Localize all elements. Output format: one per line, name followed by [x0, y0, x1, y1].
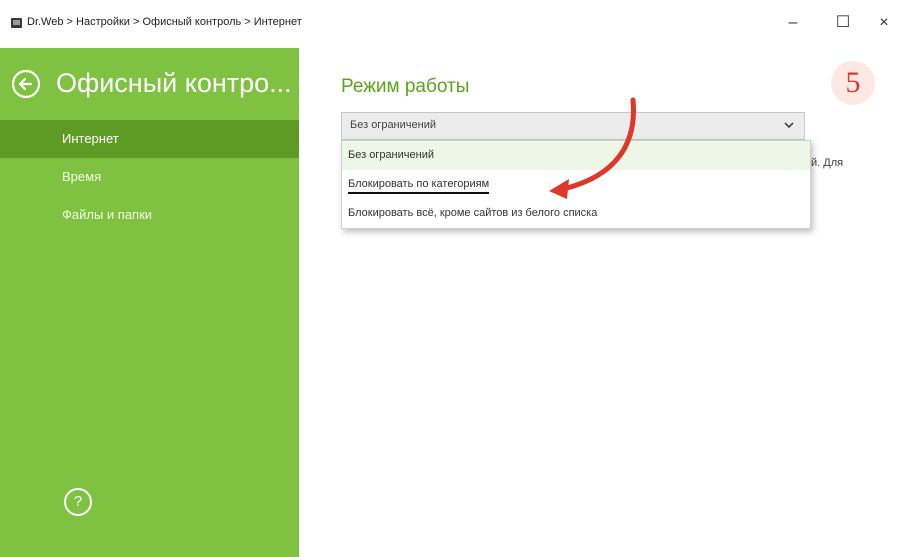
option-block-except-whitelist[interactable]: Блокировать всё, кроме сайтов из белого … — [342, 199, 810, 228]
back-arrow-icon[interactable] — [11, 69, 41, 99]
option-label: Блокировать по категориям — [348, 178, 490, 194]
step-badge: 5 — [831, 61, 875, 105]
window-title: Dr.Web > Настройки > Офисный контроль > … — [27, 16, 302, 28]
sidebar: Офисный контро... Интернет Время Файлы и… — [0, 48, 299, 557]
maximize-button[interactable]: ☐ — [826, 10, 860, 36]
option-block-by-category[interactable]: Блокировать по категориям — [342, 170, 810, 199]
mode-select-value: Без ограничений — [350, 119, 436, 131]
mode-select[interactable]: Без ограничений — [341, 112, 805, 140]
description-text: й. Для — [811, 157, 844, 169]
sidebar-item-internet[interactable]: Интернет — [0, 120, 299, 158]
sidebar-title: Офисный контро... — [56, 68, 292, 98]
title-bar: Dr.Web > Настройки > Офисный контроль > … — [0, 0, 904, 48]
minimize-button[interactable]: – — [776, 10, 810, 36]
option-label: Блокировать всё, кроме сайтов из белого … — [348, 207, 598, 219]
option-no-restrictions[interactable]: Без ограничений — [342, 141, 810, 170]
sidebar-nav: Интернет Время Файлы и папки — [0, 120, 299, 234]
option-label: Без ограничений — [348, 149, 434, 161]
close-button[interactable]: × — [867, 10, 901, 36]
help-icon[interactable]: ? — [64, 488, 92, 516]
chevron-down-icon — [784, 122, 794, 129]
app-icon — [11, 18, 22, 28]
main-panel: Режим работы 5 Без ограничений й. Для Бе… — [299, 48, 904, 557]
sidebar-item-files-folders[interactable]: Файлы и папки — [0, 196, 299, 234]
section-title: Режим работы — [341, 76, 470, 97]
sidebar-item-time[interactable]: Время — [0, 158, 299, 196]
mode-dropdown-list: Без ограничений Блокировать по категория… — [341, 140, 811, 229]
